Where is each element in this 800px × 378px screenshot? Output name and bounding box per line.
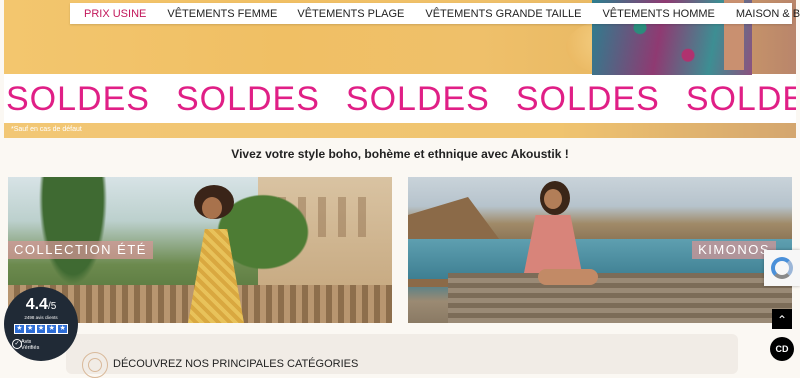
nav-item-vetements-femme[interactable]: VÊTEMENTS FEMME xyxy=(167,8,277,20)
cookie-label: CD xyxy=(775,344,789,354)
soldes-band: SOLDES SOLDES SOLDES SOLDES SOLDES xyxy=(4,75,796,123)
star-icon: ★ xyxy=(25,325,35,333)
mandala-icon xyxy=(82,352,108,378)
nav-item-prix-usine[interactable]: PRIX USINE xyxy=(84,8,146,20)
star-icon: ★ xyxy=(36,325,46,333)
scroll-top-button[interactable]: ⌃ xyxy=(772,309,792,329)
recaptcha-icon xyxy=(771,257,793,279)
nav-item-vetements-plage[interactable]: VÊTEMENTS PLAGE xyxy=(297,8,404,20)
rating-score: 4.4 xyxy=(25,296,48,313)
soldes-text: SOLDES xyxy=(345,79,490,118)
soldes-text: SOLDES xyxy=(515,79,660,118)
tagline: Vivez votre style boho, bohème et ethniq… xyxy=(231,147,569,161)
collection-card-kimonos[interactable]: KIMONOS xyxy=(408,177,792,323)
categories-section: DÉCOUVREZ NOS PRINCIPALES CATÉGORIES xyxy=(66,334,738,378)
star-icon: ★ xyxy=(58,325,67,333)
recaptcha-badge[interactable] xyxy=(764,250,800,286)
nav-item-vetements-homme[interactable]: VÊTEMENTS HOMME xyxy=(602,8,714,20)
rating-count: 2498 avis clients xyxy=(24,315,58,320)
star-icon: ★ xyxy=(47,325,57,333)
categories-title: DÉCOUVREZ NOS PRINCIPALES CATÉGORIES xyxy=(113,358,359,370)
main-nav: PRIX USINE VÊTEMENTS FEMME VÊTEMENTS PLA… xyxy=(70,3,800,24)
rating-badge[interactable]: 4.4/5 2498 avis clients ★ ★ ★ ★ ★ ✓ Avis… xyxy=(4,287,78,361)
soldes-text: SOLDES xyxy=(685,79,796,118)
soldes-text: SOLDES xyxy=(175,79,320,118)
verified-label: Vérifiés xyxy=(21,345,40,351)
star-icon: ★ xyxy=(15,325,24,333)
rating-scale: /5 xyxy=(47,301,57,312)
model-photo xyxy=(178,185,258,323)
soldes-text: SOLDES xyxy=(6,79,150,118)
chevron-up-icon: ⌃ xyxy=(776,313,788,327)
rating-stars: ★ ★ ★ ★ ★ xyxy=(14,324,68,334)
nav-item-vetements-grande-taille[interactable]: VÊTEMENTS GRANDE TAILLE xyxy=(425,8,581,20)
model-photo xyxy=(518,181,598,311)
collection-label[interactable]: COLLECTION ÉTÉ xyxy=(8,241,153,259)
hero-disclaimer: *Sauf en cas de défaut xyxy=(11,126,82,133)
cookie-consent-button[interactable]: CD xyxy=(770,337,794,361)
nav-item-maison-beaute[interactable]: MAISON & BEAUTÉ xyxy=(736,8,800,20)
